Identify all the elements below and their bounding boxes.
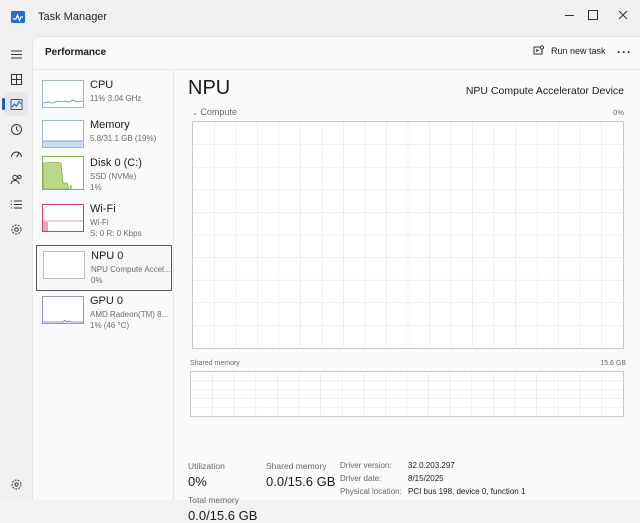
hamburger-menu-button[interactable] bbox=[4, 42, 28, 66]
nav-settings[interactable] bbox=[4, 472, 28, 496]
settings-icon bbox=[11, 479, 21, 489]
device-detail: AMD Radeon(TM) 8... bbox=[90, 310, 169, 319]
performance-icon bbox=[10, 98, 22, 110]
device-detail-secondary: 0% bbox=[91, 276, 103, 285]
physical-location-label: Physical location: bbox=[340, 487, 402, 496]
driver-version-label: Driver version: bbox=[340, 461, 392, 470]
device-item-wifi[interactable]: Wi-Fi Wi-Fi S: 0 R: 0 Kbps bbox=[36, 199, 172, 245]
detail-title: NPU bbox=[188, 77, 231, 99]
services-icon bbox=[11, 224, 21, 234]
device-item-disk[interactable]: Disk 0 (C:) SSD (NVMe) 1% bbox=[36, 153, 172, 199]
device-full-name: NPU Compute Accelerator Device bbox=[465, 85, 624, 97]
run-new-task-label: Run new task bbox=[551, 45, 606, 56]
device-name: Disk 0 (C:) bbox=[90, 157, 142, 169]
cpu-thumbnail bbox=[42, 80, 84, 108]
run-new-task-button[interactable]: Run new task bbox=[533, 45, 606, 56]
device-detail-secondary: S: 0 R: 0 Kbps bbox=[90, 229, 142, 238]
compute-graph-selector[interactable]: ⌄ Compute bbox=[192, 107, 237, 117]
device-name: CPU bbox=[90, 79, 114, 91]
header-divider bbox=[33, 69, 640, 70]
device-name: NPU 0 bbox=[91, 250, 124, 262]
device-name: Wi-Fi bbox=[90, 203, 116, 215]
npu-detail-pane: NPU NPU Compute Accelerator Device ⌄ Com… bbox=[188, 77, 628, 523]
close-button[interactable] bbox=[600, 0, 640, 30]
device-name: GPU 0 bbox=[90, 295, 124, 307]
startup-apps-icon bbox=[10, 151, 22, 157]
task-manager-icon bbox=[11, 11, 25, 23]
shared-memory-label: Shared memory bbox=[266, 461, 327, 471]
processes-icon bbox=[10, 73, 22, 85]
nav-startup-apps[interactable] bbox=[4, 142, 28, 166]
nav-processes[interactable] bbox=[4, 67, 28, 91]
compute-graph bbox=[192, 121, 624, 349]
memory-thumbnail bbox=[42, 120, 84, 148]
nav-users[interactable] bbox=[4, 167, 28, 191]
nav-services[interactable] bbox=[4, 217, 28, 241]
device-detail: SSD (NVMe) bbox=[90, 172, 137, 181]
shared-memory-graph bbox=[190, 371, 624, 417]
users-icon bbox=[10, 174, 22, 184]
device-name: Memory bbox=[90, 119, 130, 131]
total-memory-label: Total memory bbox=[188, 495, 240, 505]
chevron-down-icon: ⌄ bbox=[192, 110, 198, 117]
page-title: Performance bbox=[45, 47, 107, 58]
device-detail: 5.8/31.1 GB (19%) bbox=[90, 134, 157, 143]
nav-rail bbox=[0, 36, 32, 500]
maximize-icon bbox=[588, 10, 598, 20]
device-detail: 11% 3.04 GHz bbox=[90, 94, 142, 103]
driver-date-label: Driver date: bbox=[340, 474, 382, 483]
compute-graph-label: Compute bbox=[200, 107, 237, 117]
shared-memory-graph-max: 15.6 GB bbox=[600, 360, 626, 367]
device-detail: NPU Compute Accel... bbox=[91, 265, 171, 274]
device-detail-secondary: 1% (46 °C) bbox=[90, 321, 130, 330]
utilization-value: 0% bbox=[188, 474, 207, 489]
app-history-icon bbox=[10, 123, 22, 135]
shared-memory-graph-label: Shared memory bbox=[190, 360, 240, 367]
device-detail: Wi-Fi bbox=[90, 218, 109, 227]
device-item-gpu[interactable]: GPU 0 AMD Radeon(TM) 8... 1% (46 °C) bbox=[36, 291, 172, 337]
npu-thumbnail bbox=[43, 251, 85, 279]
physical-location-value: PCI bus 198, device 0, function 1 bbox=[408, 487, 526, 496]
more-options-button[interactable]: ··· bbox=[617, 45, 632, 59]
device-list: CPU 11% 3.04 GHz Memory 5.8/31.1 GB (19%… bbox=[33, 71, 174, 501]
details-icon bbox=[10, 200, 22, 208]
hamburger-icon bbox=[10, 50, 22, 58]
wifi-thumbnail bbox=[42, 204, 84, 232]
content-panel: Performance Run new task ··· CPU 11% 3.0… bbox=[32, 36, 640, 523]
shared-memory-value: 0.0/15.6 GB bbox=[266, 474, 336, 489]
nav-app-history[interactable] bbox=[4, 117, 28, 141]
nav-details[interactable] bbox=[4, 192, 28, 216]
compute-graph-max: 0% bbox=[613, 108, 624, 117]
driver-date-value: 8/15/2025 bbox=[408, 474, 444, 483]
run-task-icon bbox=[533, 45, 544, 55]
device-item-npu[interactable]: NPU 0 NPU Compute Accel... 0% bbox=[36, 245, 172, 291]
close-icon bbox=[618, 10, 628, 20]
title-bar: Task Manager bbox=[0, 0, 640, 36]
disk-thumbnail bbox=[42, 156, 84, 190]
gpu-thumbnail bbox=[42, 296, 84, 324]
nav-performance[interactable] bbox=[2, 92, 28, 116]
window-title: Task Manager bbox=[38, 11, 108, 23]
driver-version-value: 32.0.203.297 bbox=[408, 461, 455, 470]
utilization-label: Utilization bbox=[188, 461, 225, 471]
total-memory-value: 0.0/15.6 GB bbox=[188, 508, 258, 523]
device-detail-secondary: 1% bbox=[90, 183, 102, 192]
